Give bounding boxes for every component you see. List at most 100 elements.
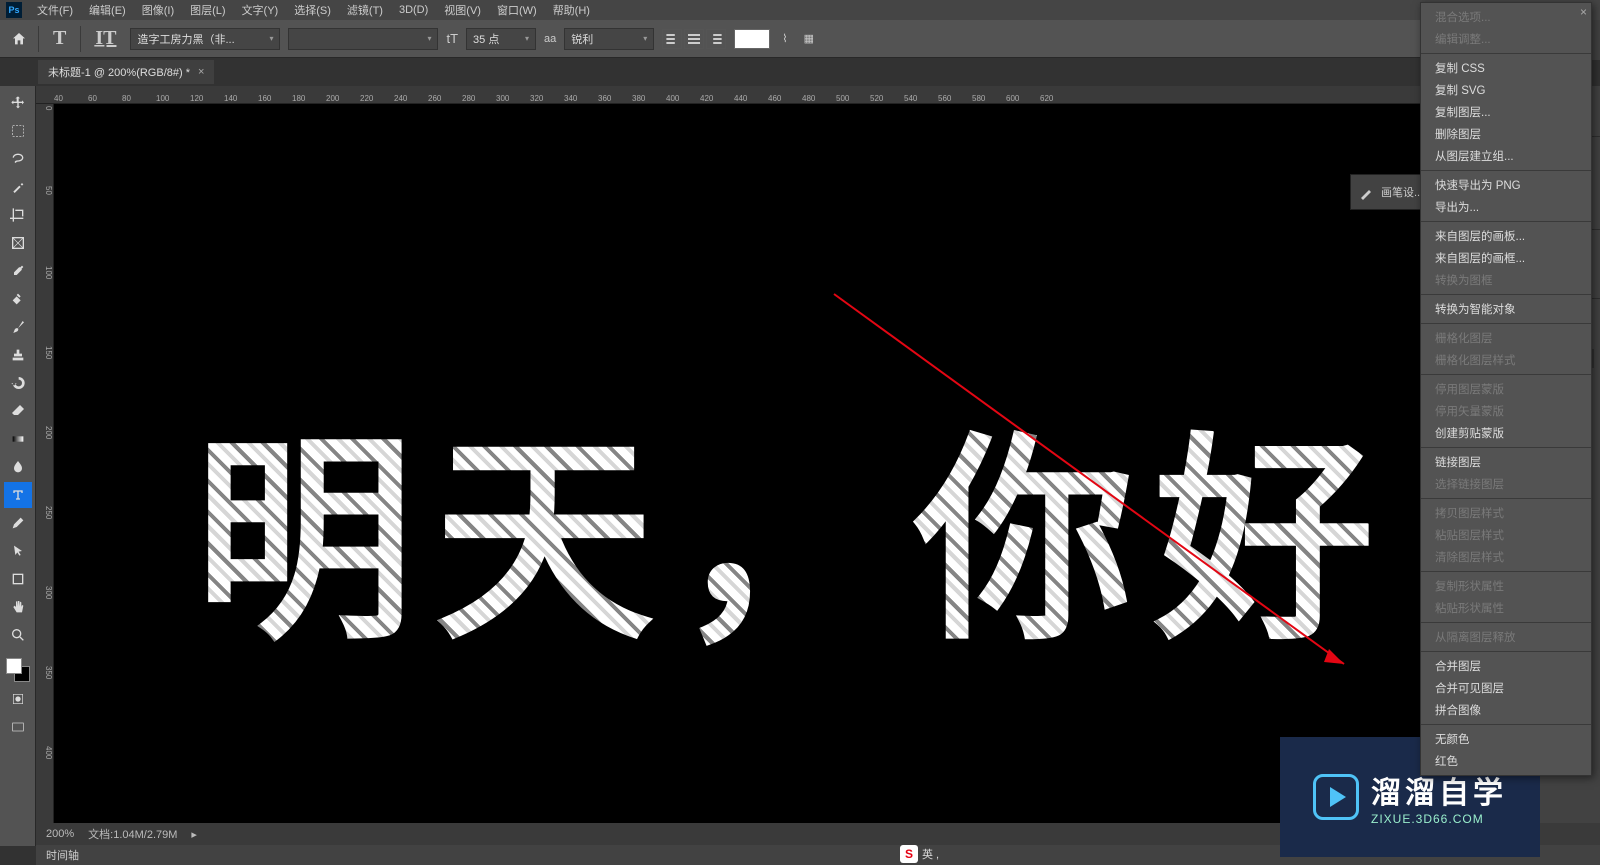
doc-info: 文档:1.04M/2.79M	[88, 826, 177, 842]
stamp-tool[interactable]	[4, 342, 32, 368]
ctx-item: 混合选项...	[1421, 6, 1591, 28]
type-tool[interactable]	[4, 482, 32, 508]
warp-text-button[interactable]: ⌇	[778, 32, 791, 45]
ctx-divider	[1421, 447, 1591, 448]
path-select-tool[interactable]	[4, 538, 32, 564]
menu-window[interactable]: 窗口(W)	[490, 0, 544, 20]
ruler-vertical: 050100150200250300350400	[36, 104, 54, 846]
ctx-divider	[1421, 221, 1591, 222]
ctx-item[interactable]: 链接图层	[1421, 451, 1591, 473]
shape-tool[interactable]	[4, 566, 32, 592]
gradient-tool[interactable]	[4, 426, 32, 452]
ctx-item[interactable]: 合并图层	[1421, 655, 1591, 677]
menu-filter[interactable]: 滤镜(T)	[340, 0, 390, 20]
ctx-item: 清除图层样式	[1421, 546, 1591, 568]
type-tool-icon: T	[47, 27, 72, 50]
text-orientation-button[interactable]: I̲T	[89, 27, 122, 50]
align-left-button[interactable]	[662, 29, 682, 49]
ctx-item[interactable]: 导出为...	[1421, 196, 1591, 218]
zoom-level[interactable]: 200%	[46, 828, 74, 840]
color-swatches[interactable]	[4, 656, 32, 684]
zoom-tool[interactable]	[4, 622, 32, 648]
font-style-dropdown[interactable]: ▾	[288, 28, 438, 50]
heal-tool[interactable]	[4, 286, 32, 312]
ctx-divider	[1421, 724, 1591, 725]
ctx-item[interactable]: 创建剪贴蒙版	[1421, 422, 1591, 444]
menu-file[interactable]: 文件(F)	[30, 0, 80, 20]
close-tab-icon[interactable]: ×	[198, 66, 204, 78]
ctx-item: 编辑调整...	[1421, 28, 1591, 50]
ctx-item[interactable]: 红色	[1421, 750, 1591, 772]
watermark-url: ZIXUE.3D66.COM	[1371, 812, 1507, 826]
char-panel-button[interactable]: ▦	[800, 32, 818, 45]
lasso-tool[interactable]	[4, 146, 32, 172]
ctx-item: 从隔离图层释放	[1421, 626, 1591, 648]
ctx-item[interactable]: 从图层建立组...	[1421, 145, 1591, 167]
menu-layer[interactable]: 图层(L)	[183, 0, 232, 20]
ime-indicator[interactable]: S 英 ,	[900, 845, 939, 863]
app-logo-icon: Ps	[6, 2, 22, 18]
ctx-item: 选择链接图层	[1421, 473, 1591, 495]
font-family-dropdown[interactable]: 造字工房力黑（非...▾	[130, 28, 280, 50]
separator	[80, 26, 81, 52]
brush-tool[interactable]	[4, 314, 32, 340]
ctx-item[interactable]: 合并可见图层	[1421, 677, 1591, 699]
crop-tool[interactable]	[4, 202, 32, 228]
home-button[interactable]	[8, 28, 30, 50]
ctx-item[interactable]: 复制图层...	[1421, 101, 1591, 123]
ctx-divider	[1421, 170, 1591, 171]
ctx-item: 停用图层蒙版	[1421, 378, 1591, 400]
ctx-item[interactable]: 复制 CSS	[1421, 57, 1591, 79]
marquee-tool[interactable]	[4, 118, 32, 144]
ctx-divider	[1421, 323, 1591, 324]
pen-tool[interactable]	[4, 510, 32, 536]
ctx-item[interactable]: 无颜色	[1421, 728, 1591, 750]
frame-tool[interactable]	[4, 230, 32, 256]
align-center-button[interactable]	[684, 29, 704, 49]
quickmask-button[interactable]	[4, 686, 32, 712]
ctx-item[interactable]: 来自图层的画框...	[1421, 247, 1591, 269]
brush-panel-label: 画笔设...	[1381, 184, 1423, 200]
antialias-dropdown[interactable]: 锐利▾	[564, 28, 654, 50]
history-brush-tool[interactable]	[4, 370, 32, 396]
antialias-label: aa	[544, 33, 556, 45]
font-size-icon: tT	[446, 31, 458, 46]
context-close-icon[interactable]: ×	[1580, 5, 1587, 19]
separator	[38, 26, 39, 52]
canvas[interactable]: 明天，你好 »× 画笔设...	[54, 104, 1440, 846]
wand-tool[interactable]	[4, 174, 32, 200]
menu-view[interactable]: 视图(V)	[437, 0, 488, 20]
align-right-button[interactable]	[706, 29, 726, 49]
play-icon	[1313, 774, 1359, 820]
ctx-item[interactable]: 删除图层	[1421, 123, 1591, 145]
ctx-divider	[1421, 374, 1591, 375]
ctx-item: 停用矢量蒙版	[1421, 400, 1591, 422]
ruler-horizontal: 4060801001201401601802002202402602803003…	[36, 86, 1440, 104]
status-arrow-icon[interactable]: ▸	[191, 828, 197, 841]
ime-logo-icon: S	[900, 845, 918, 863]
ctx-item[interactable]: 转换为智能对象	[1421, 298, 1591, 320]
font-size-dropdown[interactable]: 35 点▾	[466, 28, 536, 50]
menu-3d[interactable]: 3D(D)	[392, 2, 435, 18]
menu-type[interactable]: 文字(Y)	[235, 0, 286, 20]
menu-edit[interactable]: 编辑(E)	[82, 0, 133, 20]
menu-help[interactable]: 帮助(H)	[546, 0, 597, 20]
eyedropper-tool[interactable]	[4, 258, 32, 284]
ctx-item[interactable]: 来自图层的画板...	[1421, 225, 1591, 247]
menu-select[interactable]: 选择(S)	[287, 0, 338, 20]
document-tab[interactable]: 未标题-1 @ 200%(RGB/8#) * ×	[38, 60, 214, 84]
ctx-item: 复制形状属性	[1421, 575, 1591, 597]
blur-tool[interactable]	[4, 454, 32, 480]
hand-tool[interactable]	[4, 594, 32, 620]
ctx-item[interactable]: 复制 SVG	[1421, 79, 1591, 101]
eraser-tool[interactable]	[4, 398, 32, 424]
ctx-item[interactable]: 拼合图像	[1421, 699, 1591, 721]
screenmode-button[interactable]	[4, 714, 32, 740]
ctx-divider	[1421, 622, 1591, 623]
text-color-swatch[interactable]	[734, 29, 770, 49]
menu-image[interactable]: 图像(I)	[135, 0, 181, 20]
layer-context-menu: × 混合选项...编辑调整...复制 CSS复制 SVG复制图层...删除图层从…	[1420, 2, 1592, 776]
ctx-item[interactable]: 快速导出为 PNG	[1421, 174, 1591, 196]
canvas-text-art: 明天，你好	[194, 364, 1394, 682]
move-tool[interactable]	[4, 90, 32, 116]
